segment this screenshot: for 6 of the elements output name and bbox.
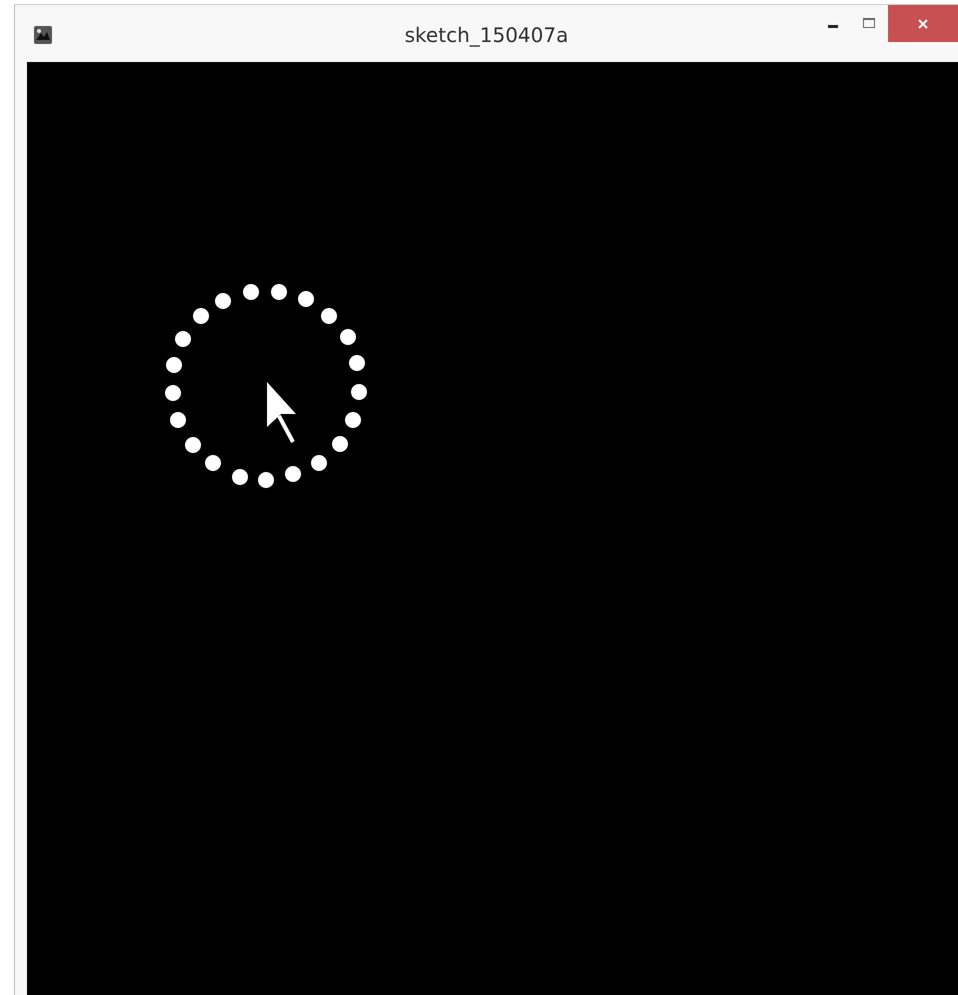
cursor-icon — [267, 382, 296, 443]
app-icon — [34, 26, 52, 44]
window-title: sketch_150407a — [404, 23, 568, 47]
close-icon — [917, 18, 929, 30]
maximize-icon — [862, 17, 876, 29]
minimize-icon — [828, 24, 838, 28]
